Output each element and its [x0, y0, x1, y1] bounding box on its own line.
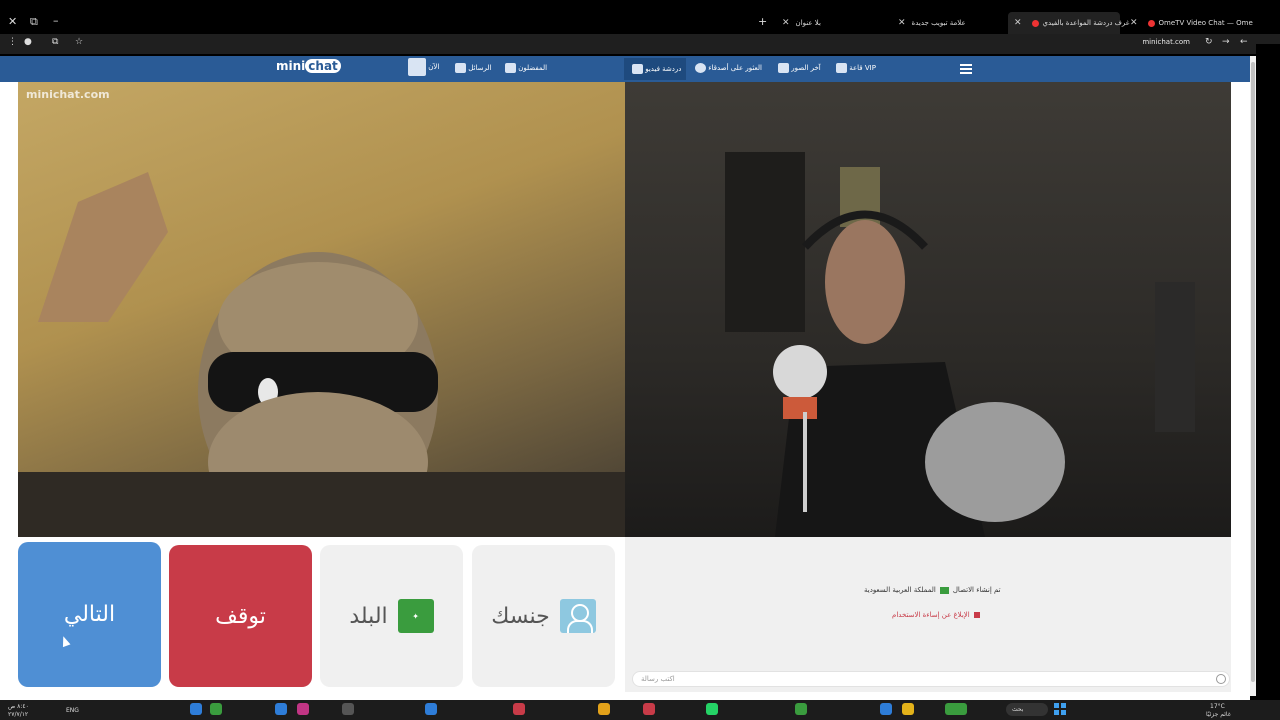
nav-vip[interactable]: قاعة VIP: [833, 63, 876, 73]
weather-temp[interactable]: 17°C: [1210, 703, 1225, 710]
grid-icon: [778, 63, 789, 73]
minichat-logo[interactable]: mini chat: [276, 59, 341, 73]
country-filter-button[interactable]: البلد ✦: [320, 545, 463, 687]
nav-video-chat[interactable]: دردشة فيديو: [624, 58, 687, 80]
close-tab-icon[interactable]: ✕: [1014, 12, 1022, 34]
clock-time[interactable]: ٨:٤٠ ص: [8, 703, 29, 710]
close-tab-icon[interactable]: ✕: [782, 14, 790, 32]
app-icon[interactable]: [513, 703, 525, 715]
tab-ometv[interactable]: ✕ OmeTV Video Chat — Ome: [1124, 14, 1253, 32]
tab-minichat[interactable]: ✕ غرف دردشة المواعدة بالفيدي: [1008, 12, 1129, 34]
bookmark-icon: [505, 63, 516, 73]
instagram-icon[interactable]: [297, 703, 309, 715]
stop-button[interactable]: توقف: [169, 545, 312, 687]
window-close-icon[interactable]: ✕: [8, 16, 17, 27]
nav-messages[interactable]: الرسائل: [452, 63, 491, 73]
back-icon[interactable]: ←: [1240, 38, 1248, 47]
chat-bubble-icon: [632, 64, 643, 74]
nav-online[interactable]: الآن: [405, 58, 439, 76]
local-person-illustration: [725, 152, 1195, 537]
nav-photos[interactable]: آخر الصور: [775, 63, 821, 73]
connection-status: المملكة العربية السعودية تم إنشاء الاتصا…: [864, 586, 1001, 594]
window-restore-icon[interactable]: ⧉: [30, 16, 38, 27]
tab-new-tab[interactable]: ✕ علامة تبويب جديدة: [892, 14, 966, 32]
app-icon[interactable]: [342, 703, 354, 715]
saudi-flag-icon: ✦: [397, 599, 434, 633]
clock-date: ٢٧/٧/١٢: [8, 711, 29, 718]
extensions-icon[interactable]: ⧉: [52, 38, 58, 47]
avatar-icon: [408, 58, 426, 76]
window-minimize-icon[interactable]: –: [53, 15, 59, 26]
crown-icon: [836, 63, 847, 73]
site-navbar: mini chat الآن الرسائل المفضلون دردشة فيد…: [0, 56, 1250, 82]
scrollbar-thumb[interactable]: [1251, 62, 1255, 682]
envelope-icon: [455, 63, 466, 73]
user-icon: [559, 599, 596, 633]
app-icon[interactable]: [275, 703, 287, 715]
new-tab-icon[interactable]: +: [758, 16, 767, 27]
recording-icon: [1031, 19, 1039, 27]
app-icon[interactable]: [945, 703, 967, 715]
saudi-flag-icon: [939, 586, 949, 594]
reload-icon[interactable]: ↻: [1205, 38, 1213, 47]
remote-video: [18, 82, 625, 537]
hamburger-menu-icon[interactable]: [960, 64, 972, 74]
windows-start-icon[interactable]: [1054, 703, 1066, 715]
edge-icon[interactable]: [880, 703, 892, 715]
nav-search[interactable]: العثور على أصدقاء: [692, 63, 762, 73]
local-video: [625, 82, 1231, 537]
address-bar: ⋮ ● ⧉ ☆ minichat.com ↻ → ←: [0, 34, 1280, 54]
recording-icon: [1147, 19, 1155, 27]
weather-text: غائم جزئيًا: [1206, 711, 1231, 718]
language-indicator[interactable]: ENG: [66, 707, 79, 714]
emoji-icon[interactable]: [1216, 674, 1226, 684]
xbox-icon[interactable]: [795, 703, 807, 715]
window-edge: [1256, 44, 1280, 700]
flag-icon: [973, 612, 980, 618]
report-abuse-link[interactable]: الإبلاغ عن إساءة الاستخدام: [892, 611, 980, 619]
profile-icon[interactable]: ●: [24, 38, 32, 47]
url-text[interactable]: minichat.com: [1142, 38, 1190, 46]
nav-followers[interactable]: المفضلون: [502, 63, 547, 73]
search-icon: [695, 63, 706, 73]
forward-icon[interactable]: →: [1222, 38, 1230, 47]
remote-person-illustration: [18, 172, 625, 537]
app-icon[interactable]: [210, 703, 222, 715]
taskbar-search[interactable]: بحث: [1006, 703, 1048, 716]
tab-untitled[interactable]: ✕ بلا عنوان: [776, 14, 821, 32]
gender-filter-button[interactable]: جنسك: [472, 545, 615, 687]
app-icon[interactable]: [643, 703, 655, 715]
app-icon[interactable]: [425, 703, 437, 715]
close-tab-icon[interactable]: ✕: [898, 14, 906, 32]
bookmark-star-icon[interactable]: ☆: [75, 38, 83, 47]
minichat-watermark: minichat.com: [26, 88, 110, 101]
folder-icon[interactable]: [902, 703, 914, 715]
message-input[interactable]: اكتب رسالة: [632, 671, 1230, 687]
menu-dots-icon[interactable]: ⋮: [8, 38, 17, 47]
chrome-icon[interactable]: [598, 703, 610, 715]
whatsapp-icon[interactable]: [706, 703, 718, 715]
next-button[interactable]: التالي: [18, 542, 161, 687]
close-tab-icon[interactable]: ✕: [1130, 14, 1138, 32]
app-icon[interactable]: [190, 703, 202, 715]
